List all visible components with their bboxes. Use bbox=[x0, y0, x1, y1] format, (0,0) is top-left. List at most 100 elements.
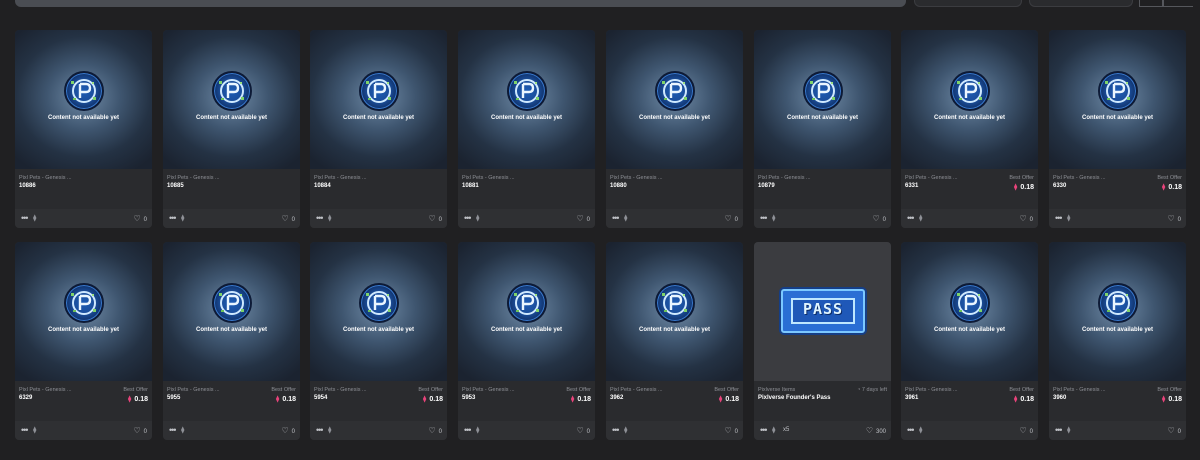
like-button[interactable]: ♡ 0 bbox=[281, 426, 295, 435]
more-options-icon[interactable]: ••• bbox=[612, 213, 620, 223]
like-button[interactable]: ♡ 0 bbox=[1019, 214, 1033, 223]
nft-image[interactable]: Content not available yet bbox=[754, 30, 891, 169]
nft-image[interactable]: Content not available yet bbox=[1049, 242, 1186, 381]
nft-card[interactable]: Content not available yet Pixl Pets - Gen… bbox=[458, 30, 595, 228]
nft-image[interactable]: Content not available yet bbox=[606, 30, 743, 169]
like-button[interactable]: ♡ 0 bbox=[281, 214, 295, 223]
nft-card[interactable]: Content not available yet Pixl Pets - Gen… bbox=[1049, 30, 1186, 228]
nft-image[interactable]: PASS bbox=[754, 242, 891, 381]
nft-image[interactable]: Content not available yet bbox=[901, 30, 1038, 169]
nft-image[interactable]: Content not available yet bbox=[1049, 30, 1186, 169]
pixl-logo-icon bbox=[506, 283, 547, 323]
search-input[interactable] bbox=[15, 0, 906, 7]
collection-name[interactable]: Pixl Pets - Genesis ... bbox=[314, 387, 367, 393]
nft-card[interactable]: Content not available yet Pixl Pets - Gen… bbox=[901, 30, 1038, 228]
like-button[interactable]: ♡ 0 bbox=[724, 426, 738, 435]
nft-image[interactable]: Content not available yet bbox=[310, 242, 447, 381]
like-button[interactable]: ♡ 0 bbox=[576, 426, 590, 435]
collection-name[interactable]: Pixlverse Items bbox=[758, 387, 795, 393]
nft-card[interactable]: Content not available yet Pixl Pets - Gen… bbox=[754, 30, 891, 228]
grid-view-button[interactable] bbox=[1139, 0, 1163, 7]
nft-image[interactable]: Content not available yet bbox=[901, 242, 1038, 381]
like-button[interactable]: ♡ 0 bbox=[872, 214, 886, 223]
nft-card[interactable]: Content not available yet Pixl Pets - Gen… bbox=[901, 242, 1038, 440]
collection-name[interactable]: Pixl Pets - Genesis ... bbox=[19, 387, 72, 393]
ethereum-icon: ⧫ bbox=[328, 215, 332, 222]
like-button[interactable]: ♡ 300 bbox=[866, 426, 886, 435]
sort-dropdown[interactable] bbox=[914, 0, 1022, 7]
like-button[interactable]: ♡ 0 bbox=[1019, 426, 1033, 435]
nft-card[interactable]: Content not available yet Pixl Pets - Gen… bbox=[310, 30, 447, 228]
pixl-logo-icon bbox=[211, 71, 252, 111]
like-button[interactable]: ♡ 0 bbox=[724, 214, 738, 223]
like-button[interactable]: ♡ 0 bbox=[576, 214, 590, 223]
collection-name[interactable]: Pixl Pets - Genesis ... bbox=[19, 175, 72, 181]
like-button[interactable]: ♡ 0 bbox=[133, 214, 147, 223]
filter-dropdown[interactable] bbox=[1029, 0, 1133, 7]
more-options-icon[interactable]: ••• bbox=[21, 213, 29, 223]
nft-image[interactable]: Content not available yet bbox=[163, 30, 300, 169]
collection-name[interactable]: Pixl Pets - Genesis ... bbox=[1053, 387, 1106, 393]
nft-card[interactable]: Content not available yet Pixl Pets - Gen… bbox=[606, 30, 743, 228]
more-options-icon[interactable]: ••• bbox=[1055, 213, 1063, 223]
list-view-button[interactable] bbox=[1163, 0, 1193, 7]
ethereum-icon: ⧫ bbox=[181, 427, 185, 434]
nft-card[interactable]: Content not available yet Pixl Pets - Gen… bbox=[163, 242, 300, 440]
like-button[interactable]: ♡ 0 bbox=[133, 426, 147, 435]
collection-name[interactable]: Pixl Pets - Genesis ... bbox=[167, 175, 220, 181]
collection-name[interactable]: Pixl Pets - Genesis ... bbox=[610, 175, 663, 181]
more-options-icon[interactable]: ••• bbox=[907, 213, 915, 223]
nft-image[interactable]: Content not available yet bbox=[606, 242, 743, 381]
nft-image[interactable]: Content not available yet bbox=[163, 242, 300, 381]
eth-icon: ⧫ bbox=[275, 396, 280, 403]
more-options-icon[interactable]: ••• bbox=[1055, 425, 1063, 435]
more-options-icon[interactable]: ••• bbox=[316, 213, 324, 223]
more-options-icon[interactable]: ••• bbox=[464, 425, 472, 435]
like-button[interactable]: ♡ 0 bbox=[1167, 214, 1181, 223]
more-options-icon[interactable]: ••• bbox=[760, 213, 768, 223]
like-button[interactable]: ♡ 0 bbox=[428, 214, 442, 223]
card-info: Pixl Pets - Genesis ... 10879 bbox=[754, 169, 891, 209]
nft-card[interactable]: Content not available yet Pixl Pets - Gen… bbox=[15, 242, 152, 440]
nft-card[interactable]: PASS Pixlverse Items Pixlverse Founder's P… bbox=[754, 242, 891, 440]
card-footer: ••• ⧫ x5 ♡ 300 bbox=[754, 421, 891, 440]
like-button[interactable]: ♡ 0 bbox=[428, 426, 442, 435]
nft-image[interactable]: Content not available yet bbox=[458, 242, 595, 381]
nft-card[interactable]: Content not available yet Pixl Pets - Gen… bbox=[310, 242, 447, 440]
collection-name[interactable]: Pixl Pets - Genesis ... bbox=[167, 387, 220, 393]
collection-name[interactable]: Pixl Pets - Genesis ... bbox=[905, 175, 958, 181]
nft-card[interactable]: Content not available yet Pixl Pets - Gen… bbox=[606, 242, 743, 440]
collection-name[interactable]: Pixl Pets - Genesis ... bbox=[462, 387, 515, 393]
like-count: 0 bbox=[586, 217, 590, 223]
collection-name[interactable]: Pixl Pets - Genesis ... bbox=[905, 387, 958, 393]
collection-name[interactable]: Pixl Pets - Genesis ... bbox=[462, 175, 515, 181]
card-footer: ••• ⧫ ♡ 0 bbox=[901, 421, 1038, 440]
more-options-icon[interactable]: ••• bbox=[21, 425, 29, 435]
more-options-icon[interactable]: ••• bbox=[316, 425, 324, 435]
content-unavailable-text: Content not available yet bbox=[638, 327, 710, 333]
nft-card[interactable]: Content not available yet Pixl Pets - Gen… bbox=[458, 242, 595, 440]
more-options-icon[interactable]: ••• bbox=[169, 425, 177, 435]
more-options-icon[interactable]: ••• bbox=[612, 425, 620, 435]
content-unavailable-text: Content not available yet bbox=[490, 327, 562, 333]
nft-image[interactable]: Content not available yet bbox=[310, 30, 447, 169]
like-button[interactable]: ♡ 0 bbox=[1167, 426, 1181, 435]
nft-image[interactable]: Content not available yet bbox=[458, 30, 595, 169]
nft-card[interactable]: Content not available yet Pixl Pets - Gen… bbox=[15, 30, 152, 228]
more-options-icon[interactable]: ••• bbox=[907, 425, 915, 435]
collection-name[interactable]: Pixl Pets - Genesis ... bbox=[314, 175, 367, 181]
collection-name[interactable]: Pixl Pets - Genesis ... bbox=[610, 387, 663, 393]
nft-card[interactable]: Content not available yet Pixl Pets - Gen… bbox=[163, 30, 300, 228]
more-options-icon[interactable]: ••• bbox=[464, 213, 472, 223]
collection-name[interactable]: Pixl Pets - Genesis ... bbox=[1053, 175, 1106, 181]
collection-name[interactable]: Pixl Pets - Genesis ... bbox=[758, 175, 811, 181]
more-options-icon[interactable]: ••• bbox=[169, 213, 177, 223]
pixl-logo-icon bbox=[949, 283, 990, 323]
nft-image[interactable]: Content not available yet bbox=[15, 242, 152, 381]
top-toolbar bbox=[0, 0, 1200, 10]
more-options-icon[interactable]: ••• bbox=[760, 425, 768, 435]
card-footer: ••• ⧫ ♡ 0 bbox=[310, 209, 447, 228]
nft-image[interactable]: Content not available yet bbox=[15, 30, 152, 169]
nft-card[interactable]: Content not available yet Pixl Pets - Gen… bbox=[1049, 242, 1186, 440]
card-info: Pixl Pets - Genesis ... 10884 bbox=[310, 169, 447, 209]
